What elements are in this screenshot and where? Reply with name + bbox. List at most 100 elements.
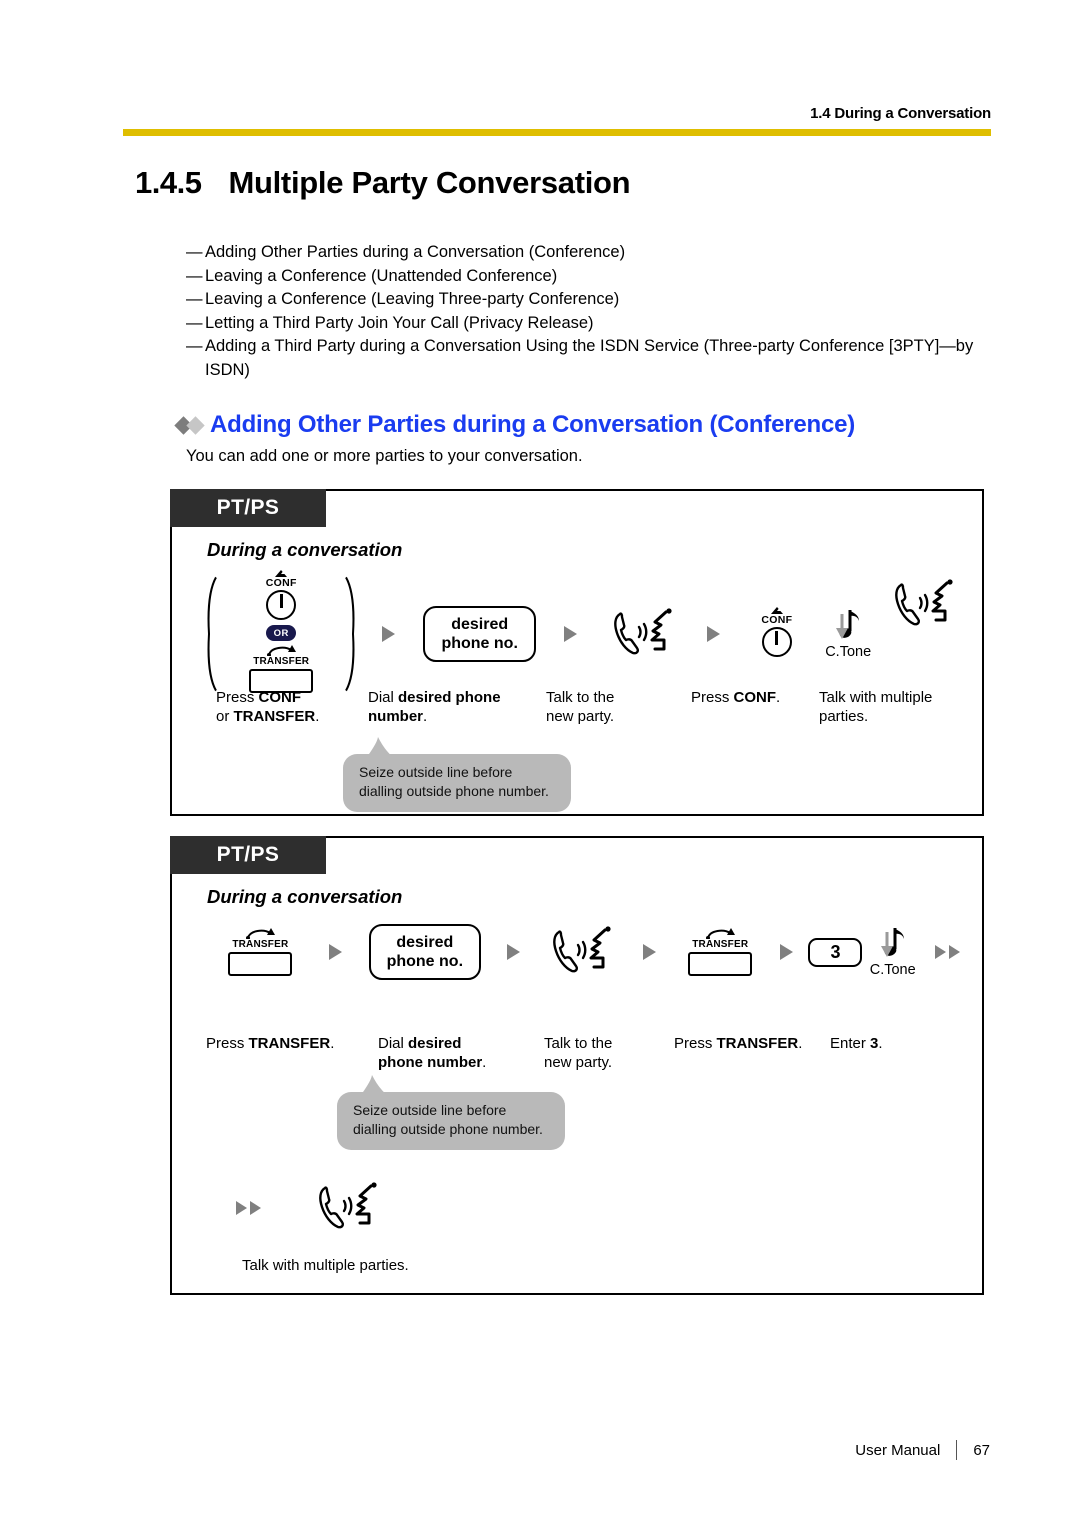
flow-arrow-icon bbox=[507, 944, 521, 960]
list-item-label: Leaving a Conference (Unattended Confere… bbox=[205, 266, 558, 285]
ptps-tab-label: PT/PS bbox=[170, 836, 326, 874]
music-note-icon bbox=[818, 608, 878, 644]
conf-key-label: CONF bbox=[265, 577, 297, 589]
transfer-arc-icon bbox=[245, 645, 317, 656]
gold-rule-divider bbox=[123, 129, 991, 136]
keycap-line-1: desired bbox=[396, 934, 454, 951]
tone-label: C.Tone bbox=[825, 643, 872, 660]
desired-phone-no-keycap[interactable]: desired phone no. bbox=[423, 606, 536, 662]
conf-triangle-icon bbox=[770, 606, 783, 614]
flow-arrow-icon bbox=[381, 626, 395, 642]
callout-line-1: Seize outside line before bbox=[353, 1102, 507, 1118]
step-caption-line: Talk to the bbox=[544, 1035, 613, 1052]
keycap-line-2: phone no. bbox=[441, 635, 518, 652]
callout-line-1: Seize outside line before bbox=[359, 764, 513, 780]
procedure-box-conference: PT/PS During a conversation CONF OR TRAN… bbox=[170, 489, 984, 816]
desired-phone-no-keycap[interactable]: desired phone no. bbox=[368, 924, 482, 980]
conf-or-transfer-key[interactable]: CONF OR TRANSFER bbox=[202, 570, 360, 693]
confirmation-tone-indicator: C.Tone bbox=[863, 926, 923, 979]
step-caption: Press CONF. bbox=[691, 689, 781, 706]
list-item: — Leaving a Conference (Unattended Confe… bbox=[186, 265, 976, 289]
talk-handset-icon bbox=[550, 926, 612, 978]
topic-list: — Adding Other Parties during a Conversa… bbox=[186, 241, 976, 382]
step-caption-key: desired phone bbox=[398, 689, 501, 706]
page-header: 1.4 During a Conversation bbox=[123, 105, 991, 136]
flow-arrow-icon bbox=[948, 945, 960, 959]
step-caption: Dial desired phone number. bbox=[378, 1035, 487, 1071]
transfer-key-icon[interactable]: TRANSFER bbox=[684, 928, 756, 976]
step-caption: Dial desired phone number. bbox=[368, 689, 501, 725]
section-intro-text: You can add one or more parties to your … bbox=[186, 447, 583, 465]
conf-triangle-icon bbox=[275, 570, 288, 577]
callout-bubble: Seize outside line before dialling outsi… bbox=[343, 737, 571, 812]
transfer-arc-icon bbox=[224, 928, 296, 939]
step-caption: Press TRANSFER. bbox=[674, 1035, 803, 1052]
bubble-tail-icon bbox=[367, 737, 393, 757]
flow-arrow-icon bbox=[329, 944, 343, 960]
section-heading-label: Adding Other Parties during a Conversati… bbox=[210, 411, 856, 438]
step-caption: Talk with multiple parties. bbox=[819, 688, 969, 726]
transfer-key-label: TRANSFER bbox=[232, 939, 289, 950]
step-caption: Talk to the new party. bbox=[546, 688, 691, 726]
step-caption-line: Talk to the bbox=[546, 689, 615, 706]
conf-key-icon[interactable]: CONF bbox=[252, 570, 310, 620]
double-diamond-icon bbox=[174, 415, 210, 435]
transfer-key-label: TRANSFER bbox=[253, 656, 310, 667]
flow-arrow-icon bbox=[564, 626, 578, 642]
footer-doc-name: User Manual bbox=[855, 1441, 941, 1459]
step-caption-key: number bbox=[368, 708, 424, 725]
talk-handset-icon bbox=[892, 579, 954, 631]
talk-handset-icon bbox=[611, 608, 673, 660]
list-item: — Adding a Third Party during a Conversa… bbox=[186, 335, 976, 382]
talk-handset-icon bbox=[316, 1182, 378, 1234]
transfer-key-icon[interactable]: TRANSFER bbox=[224, 928, 296, 976]
step-caption-key: TRANSFER bbox=[248, 1035, 331, 1052]
flow-continue-arrows bbox=[923, 945, 972, 959]
transfer-arc-icon bbox=[684, 928, 756, 939]
transfer-button-cap[interactable] bbox=[688, 952, 753, 976]
step-caption: Talk to the new party. bbox=[544, 1034, 674, 1072]
step-caption-line: parties. bbox=[819, 708, 869, 725]
step-caption-key: TRANSFER bbox=[716, 1035, 799, 1052]
dash-marker: — bbox=[186, 290, 203, 308]
list-item-label: Letting a Third Party Join Your Call (Pr… bbox=[205, 313, 594, 332]
procedure-state-label: During a conversation bbox=[207, 539, 403, 560]
list-item: — Adding Other Parties during a Conversa… bbox=[186, 241, 976, 265]
conf-key-label: CONF bbox=[761, 613, 793, 626]
conf-round-button[interactable] bbox=[266, 590, 297, 620]
running-head: 1.4 During a Conversation bbox=[810, 105, 991, 122]
procedure-final-step-row bbox=[204, 1182, 402, 1234]
conf-key-icon[interactable]: CONF bbox=[748, 606, 806, 657]
step-caption-key: desired bbox=[408, 1035, 462, 1052]
brace-left-icon bbox=[207, 576, 217, 692]
transfer-key-icon[interactable]: TRANSFER bbox=[245, 645, 317, 693]
keycap-line-2: phone no. bbox=[386, 953, 464, 970]
step-caption: Talk with multiple parties. bbox=[242, 1257, 409, 1274]
flow-arrow-icon bbox=[779, 944, 793, 960]
conf-round-button[interactable] bbox=[761, 626, 792, 657]
callout-line-2: dialling outside phone number. bbox=[359, 783, 549, 799]
callout-bubble: Seize outside line before dialling outsi… bbox=[337, 1075, 565, 1150]
digit-3-keycap[interactable]: 3 bbox=[808, 937, 863, 967]
step-caption: Enter 3. bbox=[830, 1035, 883, 1052]
dash-marker: — bbox=[186, 313, 203, 332]
step-caption-key: 3 bbox=[870, 1035, 879, 1052]
section-heading: Adding Other Parties during a Conversati… bbox=[174, 411, 856, 439]
flow-arrow-icon bbox=[934, 945, 946, 959]
page-title: 1.4.5 Multiple Party Conversation bbox=[135, 165, 631, 201]
flow-arrow-icon bbox=[707, 626, 721, 642]
step-caption: Press CONF or TRANSFER. bbox=[216, 689, 320, 725]
procedure-step-glyph-row: CONF OR TRANSFER desired phone no. CONF … bbox=[202, 570, 962, 693]
list-item: — Leaving a Conference (Leaving Three-pa… bbox=[186, 288, 976, 312]
footer-divider bbox=[956, 1440, 958, 1460]
dash-marker: — bbox=[186, 266, 203, 285]
callout-line-2: dialling outside phone number. bbox=[353, 1121, 543, 1137]
step-caption-key: TRANSFER bbox=[233, 708, 316, 725]
dash-marker: — bbox=[186, 337, 203, 355]
transfer-key-label: TRANSFER bbox=[692, 939, 749, 950]
list-item-label: Leaving a Conference (Leaving Three-part… bbox=[205, 290, 620, 308]
procedure-step-glyph-row: TRANSFER desired phone no. TRANSFER 3 C.… bbox=[212, 924, 972, 980]
step-caption-line: new party. bbox=[546, 708, 615, 725]
music-note-icon bbox=[863, 926, 923, 962]
transfer-button-cap[interactable] bbox=[228, 952, 293, 976]
